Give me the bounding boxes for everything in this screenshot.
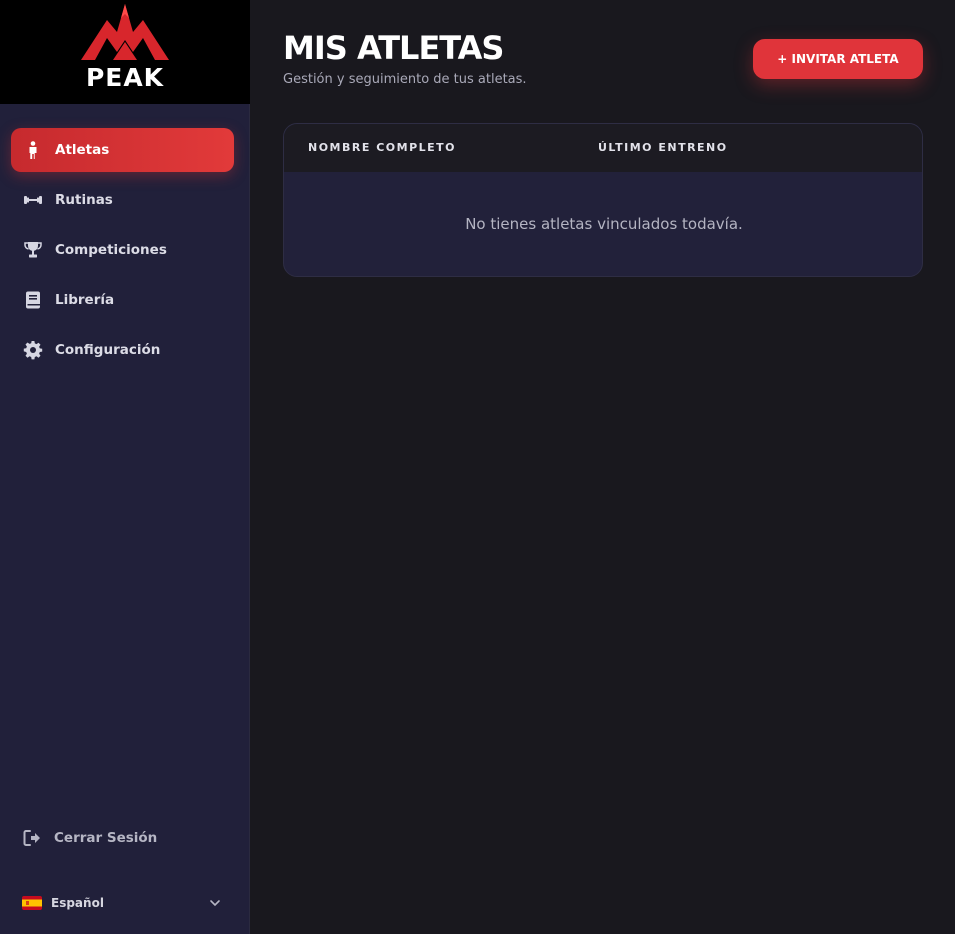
sidebar-item-configuracion[interactable]: Configuración	[11, 328, 234, 372]
sidebar-item-atletas[interactable]: Atletas	[11, 128, 234, 172]
logout-icon	[22, 828, 42, 848]
column-header-last-training[interactable]: ÚLTIMO ENTRENO	[598, 141, 728, 154]
spain-flag-icon	[22, 896, 42, 910]
trophy-icon	[23, 240, 43, 260]
brand-logo[interactable]: PEAK	[0, 0, 250, 104]
brand-name: PEAK	[85, 63, 165, 92]
sidebar-item-label: Atletas	[55, 142, 110, 158]
empty-state-message: No tienes atletas vinculados todavía.	[465, 215, 743, 233]
logout-label: Cerrar Sesión	[54, 830, 158, 846]
logout-button[interactable]: Cerrar Sesión	[22, 828, 157, 848]
sidebar-item-rutinas[interactable]: Rutinas	[11, 178, 234, 222]
person-icon	[23, 140, 43, 160]
language-label: Español	[51, 896, 104, 910]
sidebar-item-libreria[interactable]: Librería	[11, 278, 234, 322]
sidebar-item-competiciones[interactable]: Competiciones	[11, 228, 234, 272]
peak-mountain-logo-icon	[81, 4, 169, 60]
page-subtitle: Gestión y seguimiento de tus atletas.	[283, 72, 527, 87]
invite-athlete-button[interactable]: + INVITAR ATLETA	[753, 39, 923, 79]
page-title: MIS ATLETAS	[283, 29, 504, 67]
gear-icon	[23, 340, 43, 360]
column-header-full-name[interactable]: NOMBRE COMPLETO	[308, 141, 456, 154]
dumbbell-icon	[23, 190, 43, 210]
sidebar-item-label: Rutinas	[55, 192, 113, 208]
sidebar-nav: Atletas Rutinas Competiciones Librería C…	[11, 128, 234, 378]
book-icon	[23, 290, 43, 310]
sidebar-item-label: Configuración	[55, 342, 161, 358]
sidebar-item-label: Librería	[55, 292, 115, 308]
chevron-down-icon	[210, 900, 220, 907]
table-header: NOMBRE COMPLETO ÚLTIMO ENTRENO	[284, 124, 922, 172]
athletes-table: NOMBRE COMPLETO ÚLTIMO ENTRENO No tienes…	[283, 123, 923, 277]
language-selector[interactable]: Español	[22, 892, 222, 914]
sidebar: PEAK Atletas Rutinas Competiciones Libre…	[0, 0, 250, 934]
sidebar-item-label: Competiciones	[55, 242, 167, 258]
